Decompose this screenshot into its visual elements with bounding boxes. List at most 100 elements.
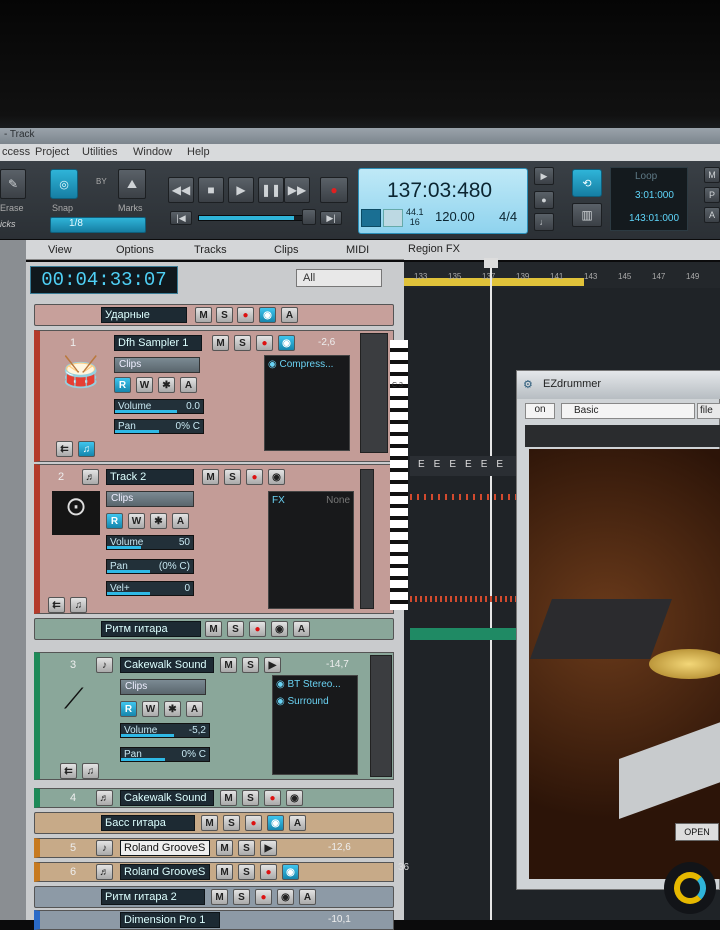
snap-button[interactable]: ◎ [50,169,78,199]
menu-item-project[interactable]: Project [35,146,69,158]
volume-field[interactable]: Volume 50 [106,535,194,550]
automation-button[interactable]: A [299,889,316,905]
mute-button[interactable]: M [220,657,237,673]
archive-button[interactable]: A [186,701,203,717]
file-menu[interactable]: file [697,403,720,419]
menu-item-utilities[interactable]: Utilities [82,146,117,158]
play-button[interactable]: ▶ [228,177,254,203]
midi-icon[interactable]: ♫ [70,597,87,613]
metronome-button[interactable]: ♩ [534,213,554,231]
cymbal[interactable] [649,649,720,679]
mute-button[interactable]: M [216,840,233,856]
automation-button[interactable]: A [281,307,298,323]
folder-drums[interactable]: Ударные M S ● ◉ A [34,304,394,326]
mute-button[interactable]: M [211,889,228,905]
mute-button[interactable]: M [212,335,229,351]
input-icon[interactable]: ⇇ [60,763,77,779]
loop-button[interactable]: ⟲ [572,169,602,197]
menu-options[interactable]: Options [116,244,154,256]
rewind-start-button[interactable]: ◀◀ [168,177,194,203]
read-automation-button[interactable]: R [114,377,131,393]
track-7[interactable]: Dimension Pro 1 -10,1 [34,910,394,930]
input-echo-button[interactable]: ◉ [271,621,288,637]
track-2[interactable]: 2 ♬ Track 2 M S ● ◉ ⊙ Clips R W ✱ A Volu… [34,464,394,614]
midi-icon[interactable]: ♫ [82,763,99,779]
pause-button[interactable]: ❚❚ [258,177,284,203]
record-arm-button[interactable]: ● [237,307,254,323]
input-echo-button[interactable]: ◉ [278,335,295,351]
folder-name[interactable]: Ритм гитара [101,621,201,637]
input-icon[interactable]: ⇇ [48,597,65,613]
go-end-button[interactable]: ▶| [320,211,342,225]
folder-name[interactable]: Басс гитара [101,815,195,831]
plugin-titlebar[interactable]: ⚙ EZdrummer [517,371,720,399]
read-automation-button[interactable]: R [120,701,137,717]
solo-button[interactable]: S [224,469,241,485]
track-6[interactable]: 6 ♬ Roland GrooveS M S ● ◉ [34,862,394,882]
stop-at-button[interactable]: ● [534,191,554,209]
menu-region-fx[interactable]: Region FX [408,243,460,255]
drum-kit-view[interactable] [529,449,720,879]
timeline-ruler[interactable]: 133 135 137 139 141 143 145 147 149 [404,262,720,288]
audio-engine-icon[interactable] [383,209,403,227]
fx-bin[interactable]: ◉ BT Stereo... ◉ Surround [272,675,358,775]
input-echo-button[interactable]: ◉ [268,469,285,485]
metronome-icon[interactable] [361,209,381,227]
mix-button-p[interactable]: P [704,187,720,203]
pan-field[interactable]: Pan 0% C [114,419,204,434]
clips-select[interactable]: Clips [120,679,206,695]
tempo-readout[interactable]: 120.00 [435,209,475,224]
meter-readout[interactable]: 4/4 [499,209,517,224]
solo-button[interactable]: S [242,790,259,806]
solo-button[interactable]: S [234,335,251,351]
piano-roll-keys[interactable] [390,340,408,610]
track-name[interactable]: Roland GrooveS [120,864,210,880]
clips-select[interactable]: Clips [114,357,200,373]
menu-item-help[interactable]: Help [187,146,210,158]
track-name[interactable]: Dimension Pro 1 [120,912,220,928]
velocity-field[interactable]: Vel+ 0 [106,581,194,596]
mute-button[interactable]: M [201,815,218,831]
open-button[interactable]: OPEN [675,823,719,841]
archive-button[interactable]: A [172,513,189,529]
input-button[interactable]: ▶ [264,657,281,673]
record-arm-button[interactable]: ● [249,621,266,637]
write-automation-button[interactable]: W [142,701,159,717]
volume-field[interactable]: Volume 0.0 [114,399,204,414]
input-echo-button[interactable]: ◉ [277,889,294,905]
freeze-button[interactable]: ✱ [164,701,181,717]
menu-midi[interactable]: MIDI [346,244,369,256]
stop-button[interactable]: ■ [198,177,224,203]
track-name[interactable]: Roland GrooveS [120,840,210,856]
input-echo-button[interactable]: ◉ [282,864,299,880]
midi-icon[interactable]: ♫ [78,441,95,457]
solo-button[interactable]: S [216,307,233,323]
write-automation-button[interactable]: W [136,377,153,393]
left-browser-strip[interactable] [0,240,26,920]
go-start-button[interactable]: |◀ [170,211,192,225]
mix-button-a[interactable]: A [704,207,720,223]
track-filter-select[interactable]: All [296,269,382,287]
record-arm-button[interactable]: ● [264,790,281,806]
track-4[interactable]: 4 ♬ Cakewalk Sound M S ● ◉ [34,788,394,808]
midi-notes-lane[interactable] [410,596,520,602]
record-arm-button[interactable]: ● [255,889,272,905]
folder-rhythm-guitar[interactable]: Ритм гитара M S ● ◉ A [34,618,394,640]
track-3[interactable]: 3 ♪ Cakewalk Sound M S ▶ -14,7 ⟋ Clips R… [34,652,394,780]
track-name[interactable]: Cakewalk Sound [120,657,214,673]
midi-notes-lane[interactable] [410,494,520,500]
now-marker-handle[interactable] [484,258,498,268]
record-arm-button[interactable]: ● [260,864,277,880]
input-echo-button[interactable]: ◉ [267,815,284,831]
menu-item-window[interactable]: Window [133,146,172,158]
mute-button[interactable]: M [216,864,233,880]
erase-tool-button[interactable]: ✎ [0,169,26,199]
record-arm-button[interactable]: ● [245,815,262,831]
position-readout[interactable]: 137:03:480 [387,179,492,203]
folder-rhythm-guitar-2[interactable]: Ритм гитара 2 M S ● ◉ A [34,886,394,908]
pan-field[interactable]: Pan (0% C) [106,559,194,574]
automation-button[interactable]: A [293,621,310,637]
input-icon[interactable]: ⇇ [56,441,73,457]
solo-button[interactable]: S [223,815,240,831]
freeze-button[interactable]: ✱ [158,377,175,393]
